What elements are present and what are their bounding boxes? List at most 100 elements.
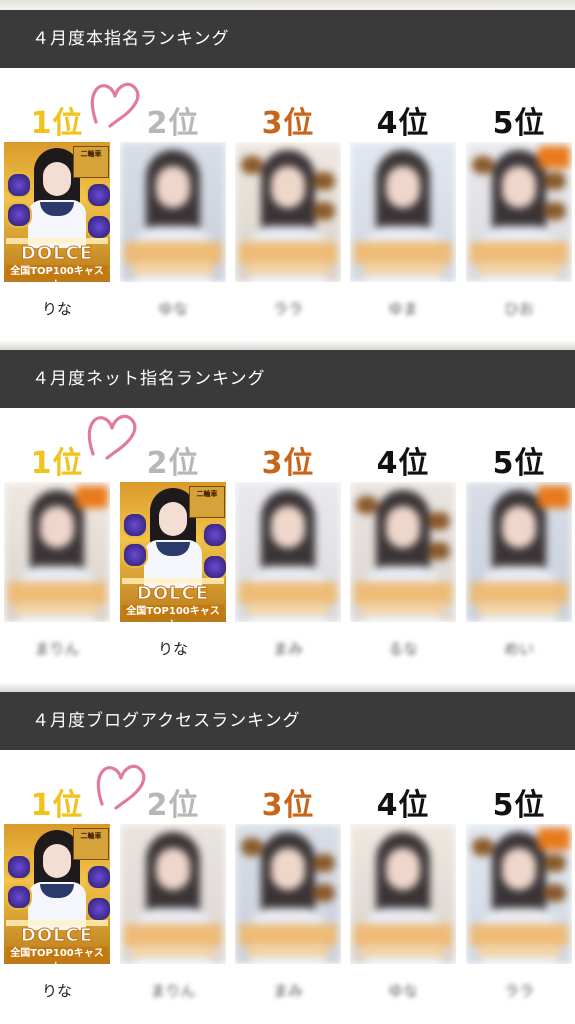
photo-banner [470, 924, 568, 946]
cast-name[interactable]: ゆな [350, 980, 456, 1001]
cast-photo-face [43, 162, 71, 196]
award-medal-icon [6, 854, 32, 880]
photo-badge [538, 486, 570, 508]
photo-banner [354, 582, 452, 604]
cast-photo-blurred [235, 482, 341, 622]
award-medal-icon [202, 554, 226, 580]
rank-label-3: 3位 [261, 106, 315, 141]
decor-burger-icon [241, 838, 263, 856]
photo-banner [239, 242, 337, 264]
cast-name[interactable]: りな [120, 638, 226, 659]
decor-burger-icon [544, 854, 566, 872]
section-divider [0, 682, 575, 692]
decor-burger-icon [544, 884, 566, 902]
cast-name[interactable]: めい [466, 638, 572, 659]
cast-card[interactable] [235, 142, 341, 282]
section-title: ４月度ネット指名ランキング [0, 350, 575, 408]
decor-burger-icon [313, 854, 335, 872]
award-medal-icon [86, 896, 110, 922]
decor-burger-icon [544, 202, 566, 220]
rank-label-5: 5位 [492, 446, 546, 481]
photo-banner [470, 242, 568, 264]
heart-icon [94, 762, 148, 810]
award-medal-icon [6, 172, 32, 198]
cast-photo-blurred [350, 824, 456, 964]
ranking-section: ４月度ブログアクセスランキング 1位 2位 3位 4位 5位 二輪車 DOLCE 全国TOP10… [0, 692, 575, 1024]
rank-label-4: 4位 [376, 106, 430, 141]
photo-banner-sub [16, 606, 98, 614]
cast-name[interactable]: りな [4, 298, 110, 319]
decor-burger-icon [313, 202, 335, 220]
photo-banner-sub [247, 606, 329, 614]
cast-name[interactable]: まりん [4, 638, 110, 659]
cast-cards: 二輪車 DOLCE全国TOP100キャスト [0, 142, 575, 282]
top100-caption: 全国TOP100キャスト [6, 947, 108, 964]
rank-label-5: 5位 [492, 788, 546, 823]
ranking-section: ４月度本指名ランキング 1位 2位 3位 4位 5位 二輪車 DOLCE 全国TOP100キャス… [0, 10, 575, 350]
cast-card[interactable] [120, 142, 226, 282]
cast-card[interactable] [235, 482, 341, 622]
photo-badge [538, 146, 570, 168]
cast-card[interactable] [466, 824, 572, 964]
cast-card[interactable] [466, 482, 572, 622]
cast-name[interactable]: ララ [466, 980, 572, 1001]
photo-banner [124, 242, 222, 264]
cast-name[interactable]: ララ [235, 298, 341, 319]
cast-card[interactable]: 二輪車 DOLCE全国TOP100キャスト [4, 824, 110, 964]
rank-labels: 1位 2位 3位 4位 5位 [0, 780, 575, 823]
award-medal-icon [86, 214, 110, 240]
cast-card[interactable] [4, 482, 110, 622]
cast-card[interactable] [350, 142, 456, 282]
photo-banner-sub [478, 266, 560, 274]
cast-photo-face [156, 848, 190, 890]
cast-photo-face [159, 502, 187, 536]
featured-card-art: 二輪車 DOLCE全国TOP100キャスト [4, 824, 110, 964]
cast-card[interactable] [120, 824, 226, 964]
cast-name[interactable]: まみ [235, 638, 341, 659]
featured-card-art: 二輪車 DOLCE全国TOP100キャスト [120, 482, 226, 622]
cast-names: りな まりん まみ ゆな ララ [0, 980, 575, 1002]
top-strip [0, 0, 575, 10]
cast-card[interactable] [350, 482, 456, 622]
decor-burger-icon [472, 156, 494, 174]
cast-photo-face [386, 506, 420, 548]
cast-photo-blurred [120, 142, 226, 282]
photo-banner-sub [132, 948, 214, 956]
cast-name[interactable]: りな [4, 980, 110, 1001]
section-title: ４月度本指名ランキング [0, 10, 575, 68]
decor-burger-icon [472, 838, 494, 856]
cast-name[interactable]: まみ [235, 980, 341, 1001]
cast-card[interactable] [466, 142, 572, 282]
award-medal-icon [122, 542, 148, 568]
cast-card[interactable]: 二輪車 DOLCE全国TOP100キャスト [4, 142, 110, 282]
photo-banner-sub [247, 948, 329, 956]
cast-card[interactable] [350, 824, 456, 964]
decor-burger-icon [241, 156, 263, 174]
section-title: ４月度ブログアクセスランキング [0, 692, 575, 750]
cast-name[interactable]: るな [350, 638, 456, 659]
cast-name[interactable]: ゆま [350, 298, 456, 319]
photo-banner [470, 582, 568, 604]
cast-photo-blurred [466, 824, 572, 964]
cast-name[interactable]: まりん [120, 980, 226, 1001]
cast-photo-blurred [235, 824, 341, 964]
cast-name[interactable]: ひお [466, 298, 572, 319]
decor-burger-icon [428, 512, 450, 530]
cast-name[interactable]: ゆな [120, 298, 226, 319]
cast-photo-face [502, 848, 536, 890]
decor-burger-icon [313, 172, 335, 190]
cast-photo-blurred [350, 482, 456, 622]
cast-card[interactable]: 二輪車 DOLCE全国TOP100キャスト [120, 482, 226, 622]
top100-caption: 全国TOP100キャスト [122, 605, 224, 622]
award-medal-icon [6, 884, 32, 910]
cast-photo-face [40, 506, 74, 548]
decor-burger-icon [313, 884, 335, 902]
shop-logo-text: DOLCE [20, 243, 94, 264]
two-cast-badge: 二輪車 [189, 486, 225, 518]
cast-photo-face [386, 166, 420, 208]
cast-card[interactable] [235, 824, 341, 964]
photo-banner-sub [478, 948, 560, 956]
award-medal-icon [86, 864, 110, 890]
cast-photo-face [502, 506, 536, 548]
cast-photo-blurred [120, 824, 226, 964]
